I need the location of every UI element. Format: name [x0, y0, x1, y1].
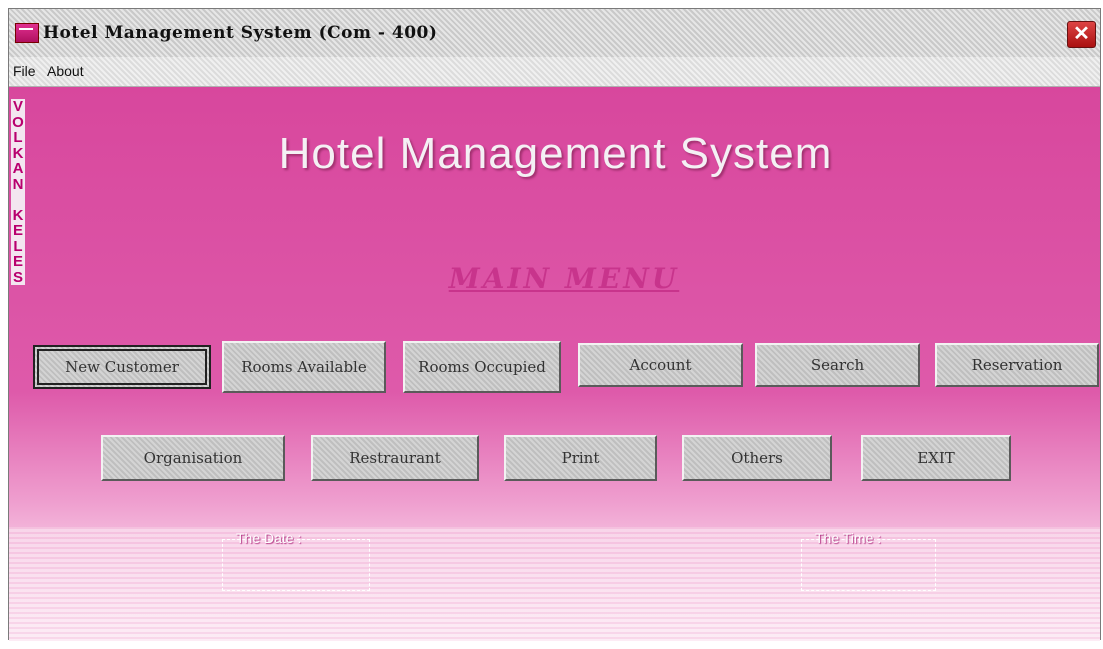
rooms-occupied-button[interactable]: Rooms Occupied	[403, 341, 561, 393]
side-letter: L	[13, 237, 23, 255]
restaurant-button[interactable]: Restraurant	[311, 435, 479, 481]
main-menu-form: V O L K A N K E L E S Hotel Management S…	[9, 87, 1100, 641]
main-menu-heading: MAIN MENU	[448, 262, 680, 295]
date-frame: The Date :	[222, 530, 370, 591]
side-vertical-text: V O L K A N K E L E S	[11, 99, 25, 285]
side-letter: E	[12, 222, 23, 239]
reservation-button[interactable]: Reservation	[935, 343, 1099, 387]
side-letter	[11, 192, 25, 208]
others-button[interactable]: Others	[682, 435, 832, 481]
page-title: Hotel Management System	[278, 129, 833, 178]
time-label: The Time :	[815, 530, 882, 546]
print-button[interactable]: Print	[504, 435, 657, 481]
time-frame: The Time :	[801, 530, 936, 591]
close-icon: ✕	[1073, 23, 1090, 45]
new-customer-button[interactable]: New Customer	[33, 345, 211, 389]
account-button[interactable]: Account	[578, 343, 743, 387]
rooms-available-button[interactable]: Rooms Available	[222, 341, 386, 393]
menu-about[interactable]: About	[47, 63, 84, 79]
decorative-stripes	[9, 527, 1100, 641]
app-icon[interactable]	[15, 23, 39, 43]
menu-file[interactable]: File	[13, 63, 36, 79]
date-label: The Date :	[236, 530, 302, 546]
exit-button[interactable]: EXIT	[861, 435, 1011, 481]
search-button[interactable]: Search	[755, 343, 920, 387]
window-title: Hotel Management System (Com - 400)	[43, 23, 438, 43]
title-bar[interactable]: Hotel Management System (Com - 400) ✕	[9, 9, 1100, 57]
menu-bar: File About	[9, 57, 1100, 87]
close-button[interactable]: ✕	[1067, 21, 1096, 48]
side-letter: K	[12, 206, 24, 224]
organisation-button[interactable]: Organisation	[101, 435, 285, 481]
main-window: Hotel Management System (Com - 400) ✕ Fi…	[8, 8, 1101, 641]
side-letter: O	[12, 113, 24, 131]
side-letter: V	[12, 98, 23, 115]
